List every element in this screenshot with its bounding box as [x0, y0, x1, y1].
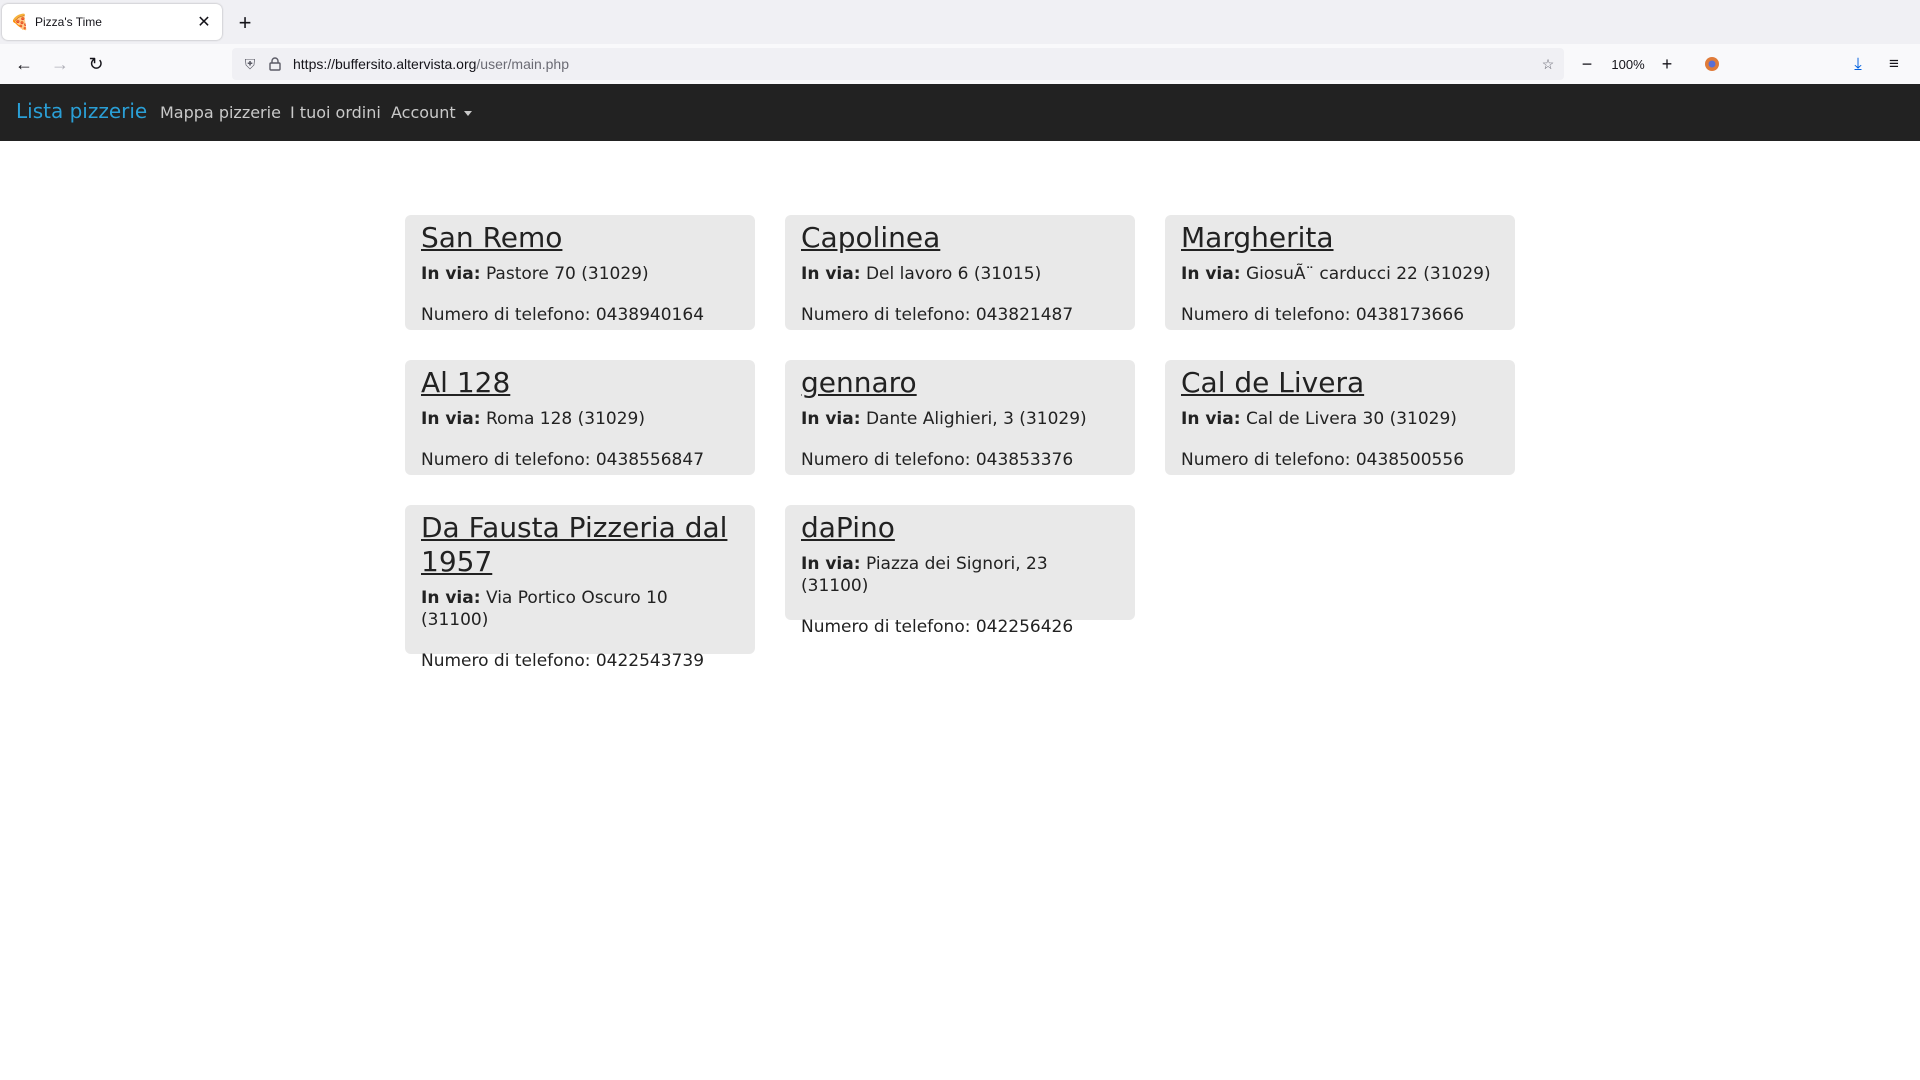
pizzeria-address: In via: Roma 128 (31029) [421, 408, 739, 430]
pizzeria-card: daPino In via: Piazza dei Signori, 23 (3… [785, 505, 1135, 637]
pizzeria-name-link[interactable]: Da Fausta Pizzeria dal 1957 [421, 511, 739, 579]
back-icon[interactable]: ← [10, 50, 38, 78]
address-label: In via: [1181, 409, 1241, 429]
pizzeria-card: Al 128 In via: Roma 128 (31029) Numero d… [405, 360, 755, 475]
new-tab-button[interactable]: + [232, 10, 258, 36]
url-text[interactable]: https://buffersito.altervista.org/user/m… [293, 56, 569, 72]
address-label: In via: [801, 409, 861, 429]
pizzeria-name-link[interactable]: San Remo [421, 221, 739, 255]
account-label: Account [391, 103, 456, 122]
pizzeria-phone: Numero di telefono: 0438500556 [1181, 450, 1465, 470]
pizzeria-card: Da Fausta Pizzeria dal 1957 In via: Via … [405, 505, 755, 671]
reload-icon[interactable]: ↻ [82, 50, 110, 78]
pizzeria-address: In via: Dante Alighieri, 3 (31029) [801, 408, 1119, 430]
brand-link[interactable]: Lista pizzerie [16, 99, 147, 123]
address-label: In via: [1181, 264, 1241, 284]
extension-icon[interactable] [1700, 50, 1724, 78]
caret-down-icon [463, 111, 472, 116]
browser-tab-strip: 🍕 Pizza's Time ✕ + [0, 0, 1920, 44]
forward-icon[interactable]: → [46, 50, 74, 78]
pizzeria-address: In via: Del lavoro 6 (31015) [801, 263, 1119, 285]
address-label: In via: [801, 554, 861, 574]
pizzeria-card: Capolinea In via: Del lavoro 6 (31015) N… [785, 215, 1135, 330]
pizza-icon: 🍕 [10, 14, 30, 31]
address-value: Dante Alighieri, 3 (31029) [865, 409, 1087, 429]
address-value: Roma 128 (31029) [485, 409, 645, 429]
pizzeria-address: In via: Cal de Livera 30 (31029) [1181, 408, 1499, 430]
pizzeria-name-link[interactable]: Cal de Livera [1181, 366, 1499, 400]
close-tab-icon[interactable]: ✕ [192, 10, 216, 34]
pizzeria-phone: Numero di telefono: 0422543739 [421, 651, 705, 671]
pizzeria-name-link[interactable]: Margherita [1181, 221, 1499, 255]
pizzeria-card: gennaro In via: Dante Alighieri, 3 (3102… [785, 360, 1135, 475]
browser-toolbar: ← → ↻ ⛨ https://buffersito.altervista.or… [0, 44, 1920, 85]
bookmark-star-icon[interactable]: ☆ [1538, 54, 1558, 74]
pizzeria-name-link[interactable]: gennaro [801, 366, 1119, 400]
pizzeria-address: In via: Via Portico Oscuro 10 (31100) [421, 587, 739, 631]
downloads-icon[interactable]: ⤓ [1846, 50, 1870, 78]
pizzeria-phone: Numero di telefono: 043853376 [801, 450, 1074, 470]
address-label: In via: [421, 409, 481, 429]
nav-link-i-tuoi-ordini[interactable]: I tuoi ordini [290, 103, 381, 122]
pizzeria-name-link[interactable]: Capolinea [801, 221, 1119, 255]
shield-icon[interactable]: ⛨ [240, 54, 260, 74]
browser-tab[interactable]: 🍕 Pizza's Time ✕ [2, 4, 222, 40]
address-label: In via: [421, 588, 481, 608]
pizzeria-phone: Numero di telefono: 042256426 [801, 617, 1074, 637]
pizzeria-address: In via: Pastore 70 (31029) [421, 263, 739, 285]
pizzeria-card: San Remo In via: Pastore 70 (31029) Nume… [405, 215, 755, 330]
address-label: In via: [421, 264, 481, 284]
pizzeria-card: Cal de Livera In via: Cal de Livera 30 (… [1165, 360, 1515, 475]
address-value: Cal de Livera 30 (31029) [1245, 409, 1457, 429]
address-value: Pastore 70 (31029) [485, 264, 649, 284]
url-path: /user/main.php [476, 56, 569, 72]
site-navbar: Lista pizzerie Mappa pizzerie I tuoi ord… [0, 84, 1920, 141]
pizzeria-address: In via: Piazza dei Signori, 23 (31100) [801, 553, 1119, 597]
address-value: GiosuÃ¨ carducci 22 (31029) [1245, 264, 1491, 284]
pizzeria-phone: Numero di telefono: 0438173666 [1181, 305, 1465, 325]
zoom-in-icon[interactable]: + [1656, 50, 1678, 78]
address-value: Del lavoro 6 (31015) [865, 264, 1042, 284]
zoom-level[interactable]: 100% [1606, 50, 1650, 78]
url-bar[interactable]: ⛨ https://buffersito.altervista.org/user… [232, 48, 1564, 80]
pizzeria-phone: Numero di telefono: 0438940164 [421, 305, 705, 325]
pizzeria-name-link[interactable]: daPino [801, 511, 1119, 545]
pizzeria-phone: Numero di telefono: 043821487 [801, 305, 1074, 325]
lock-icon[interactable] [265, 54, 285, 74]
url-host: https://buffersito.altervista.org [293, 56, 477, 72]
account-dropdown[interactable]: Account [391, 103, 472, 122]
pizzeria-card: Margherita In via: GiosuÃ¨ carducci 22 (… [1165, 215, 1515, 330]
pizzeria-address: In via: GiosuÃ¨ carducci 22 (31029) [1181, 263, 1499, 285]
zoom-out-icon[interactable]: − [1576, 50, 1598, 78]
address-label: In via: [801, 264, 861, 284]
pizzeria-phone: Numero di telefono: 0438556847 [421, 450, 705, 470]
tab-title: Pizza's Time [35, 15, 102, 29]
nav-link-mappa-pizzerie[interactable]: Mappa pizzerie [160, 103, 281, 122]
menu-icon[interactable]: ≡ [1882, 50, 1906, 78]
pizzeria-name-link[interactable]: Al 128 [421, 366, 739, 400]
